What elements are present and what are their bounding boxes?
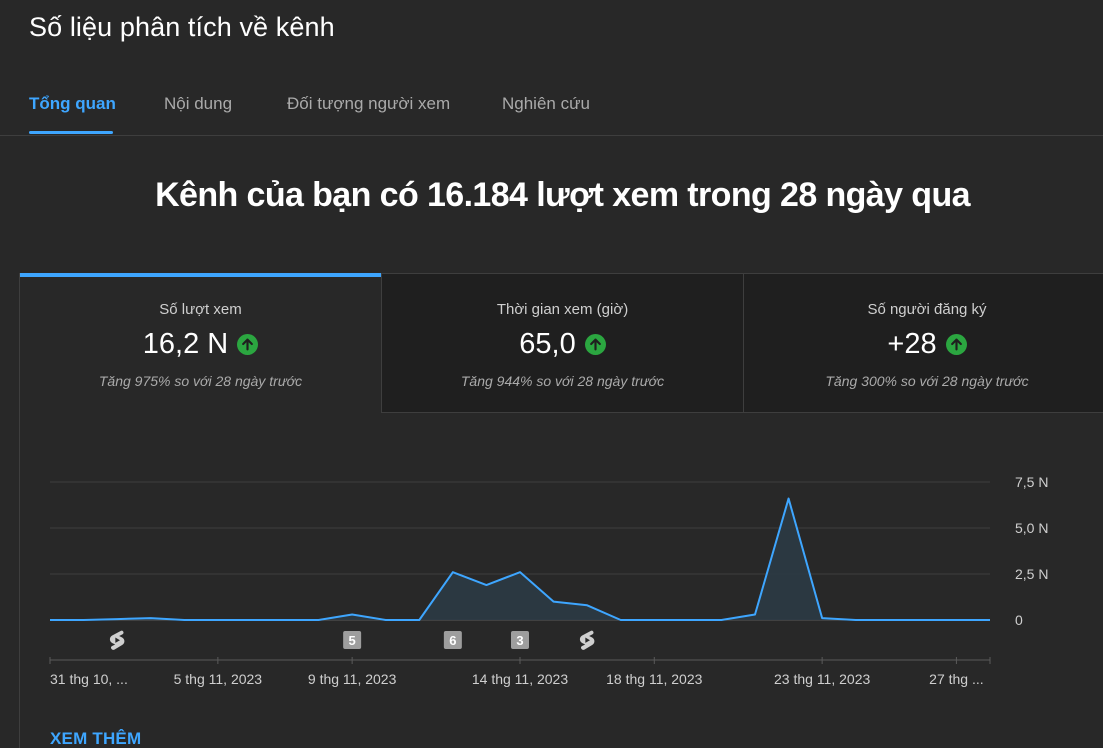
- upload-count-label: 6: [449, 633, 456, 648]
- data-point: [956, 620, 957, 621]
- data-point: [889, 620, 890, 621]
- y-tick-label: 7,5 N: [1015, 474, 1048, 490]
- data-point: [721, 620, 722, 621]
- data-point: [318, 620, 319, 621]
- y-tick-label: 2,5 N: [1015, 566, 1048, 582]
- x-tick-label: 18 thg 11, 2023: [606, 671, 702, 687]
- data-point: [486, 585, 487, 586]
- views-area: [50, 498, 990, 620]
- views-chart: 0 2,5 N 5,0 N 7,5 N 5 6 3 31 thg 10, ... 5 thg 1…: [49, 474, 1048, 687]
- data-point: [117, 619, 118, 620]
- x-tick-label: 27 thg ...: [929, 671, 983, 687]
- y-tick-label: 5,0 N: [1015, 520, 1048, 536]
- x-tick-label: 23 thg 11, 2023: [774, 671, 870, 687]
- data-point: [553, 601, 554, 602]
- data-point: [990, 620, 991, 621]
- shorts-icon: [579, 630, 595, 650]
- data-point: [520, 572, 521, 573]
- upload-count-label: 3: [516, 633, 523, 648]
- data-point: [922, 620, 923, 621]
- x-tick-label: 9 thg 11, 2023: [308, 671, 397, 687]
- data-point: [251, 620, 252, 621]
- data-point: [587, 605, 588, 606]
- see-more-link[interactable]: XEM THÊM: [50, 729, 141, 748]
- data-point: [285, 620, 286, 621]
- data-point: [184, 620, 185, 621]
- data-point: [755, 614, 756, 615]
- data-point: [50, 620, 51, 621]
- data-point: [352, 614, 353, 615]
- x-tick-label: 14 thg 11, 2023: [472, 671, 568, 687]
- data-point: [788, 498, 789, 499]
- y-tick-label: 0: [1015, 612, 1023, 628]
- x-tick-label: 5 thg 11, 2023: [174, 671, 263, 687]
- upload-count-label: 5: [349, 633, 356, 648]
- data-point: [150, 618, 151, 619]
- x-tick-label: 31 thg 10, ...: [50, 671, 128, 687]
- data-point: [83, 620, 84, 621]
- data-point: [855, 620, 856, 621]
- data-point: [419, 620, 420, 621]
- data-point: [452, 572, 453, 573]
- data-point: [687, 620, 688, 621]
- data-point: [654, 620, 655, 621]
- data-point: [822, 618, 823, 619]
- data-point: [385, 620, 386, 621]
- shorts-icon: [109, 630, 125, 650]
- data-point: [620, 620, 621, 621]
- data-point: [217, 620, 218, 621]
